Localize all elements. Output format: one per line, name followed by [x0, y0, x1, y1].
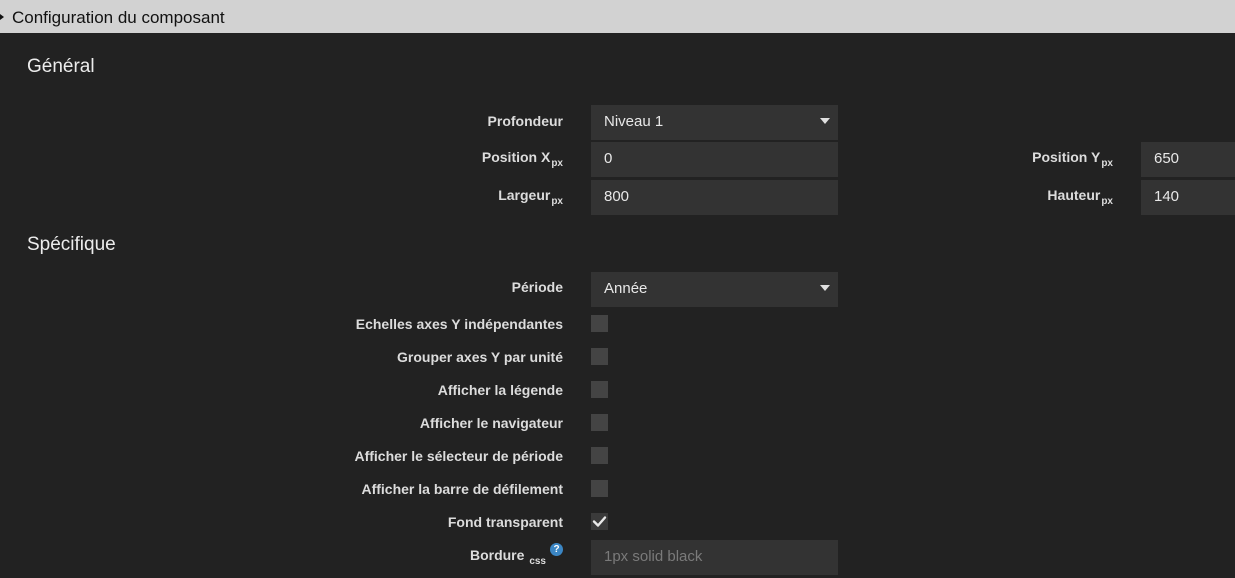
collapse-caret-icon[interactable] — [0, 14, 4, 20]
chevron-down-icon — [820, 118, 830, 124]
chevron-down-icon — [820, 285, 830, 291]
position-y-label: Position Ypx — [1032, 149, 1113, 169]
checkbox-independent-y-axes[interactable] — [591, 315, 608, 332]
checkbox-label-show-legend: Afficher la légende — [437, 382, 563, 398]
checkbox-transparent-background[interactable] — [591, 513, 608, 530]
config-header[interactable]: Configuration du composant — [0, 0, 1235, 33]
checkbox-show-period-selector[interactable] — [591, 447, 608, 464]
border-input[interactable]: 1px solid black — [591, 540, 838, 575]
width-label: Largeurpx — [498, 187, 563, 207]
height-label: Hauteurpx — [1047, 187, 1113, 207]
checkbox-show-scrollbar[interactable] — [591, 480, 608, 497]
help-icon[interactable]: ? — [550, 543, 563, 556]
checkbox-label-show-scrollbar: Afficher la barre de défilement — [361, 481, 563, 497]
checkbox-label-show-navigator: Afficher le navigateur — [419, 415, 563, 431]
border-label: Bordure css — [469, 547, 546, 567]
period-select-value: Année — [604, 280, 648, 297]
width-input[interactable]: 800 — [591, 180, 838, 215]
position-y-input[interactable]: 650 — [1141, 142, 1235, 177]
position-x-input[interactable]: 0 — [591, 142, 838, 177]
depth-select-value: Niveau 1 — [604, 113, 664, 130]
position-x-label: Position Xpx — [481, 149, 563, 169]
config-header-title: Configuration du composant — [12, 8, 225, 27]
period-select[interactable]: Année — [591, 272, 838, 307]
checkbox-show-legend[interactable] — [591, 381, 608, 398]
checkbox-label-independent-y-axes: Echelles axes Y indépendantes — [355, 316, 563, 332]
height-input[interactable]: 140 — [1141, 180, 1235, 215]
period-label: Période — [511, 279, 563, 295]
checkbox-show-navigator[interactable] — [591, 414, 608, 431]
section-title-specific: Spécifique — [27, 234, 116, 255]
checkbox-label-group-y-axes: Grouper axes Y par unité — [397, 349, 563, 365]
checkbox-label-show-period-selector: Afficher le sélecteur de période — [354, 448, 563, 464]
section-title-general: Général — [27, 56, 95, 77]
border-input-placeholder: 1px solid black — [604, 548, 703, 565]
depth-label: Profondeur — [487, 113, 563, 129]
depth-select[interactable]: Niveau 1 — [591, 105, 838, 140]
checkmark-icon — [592, 516, 607, 527]
checkbox-group-y-axes[interactable] — [591, 348, 608, 365]
checkbox-label-transparent-background: Fond transparent — [447, 514, 563, 530]
